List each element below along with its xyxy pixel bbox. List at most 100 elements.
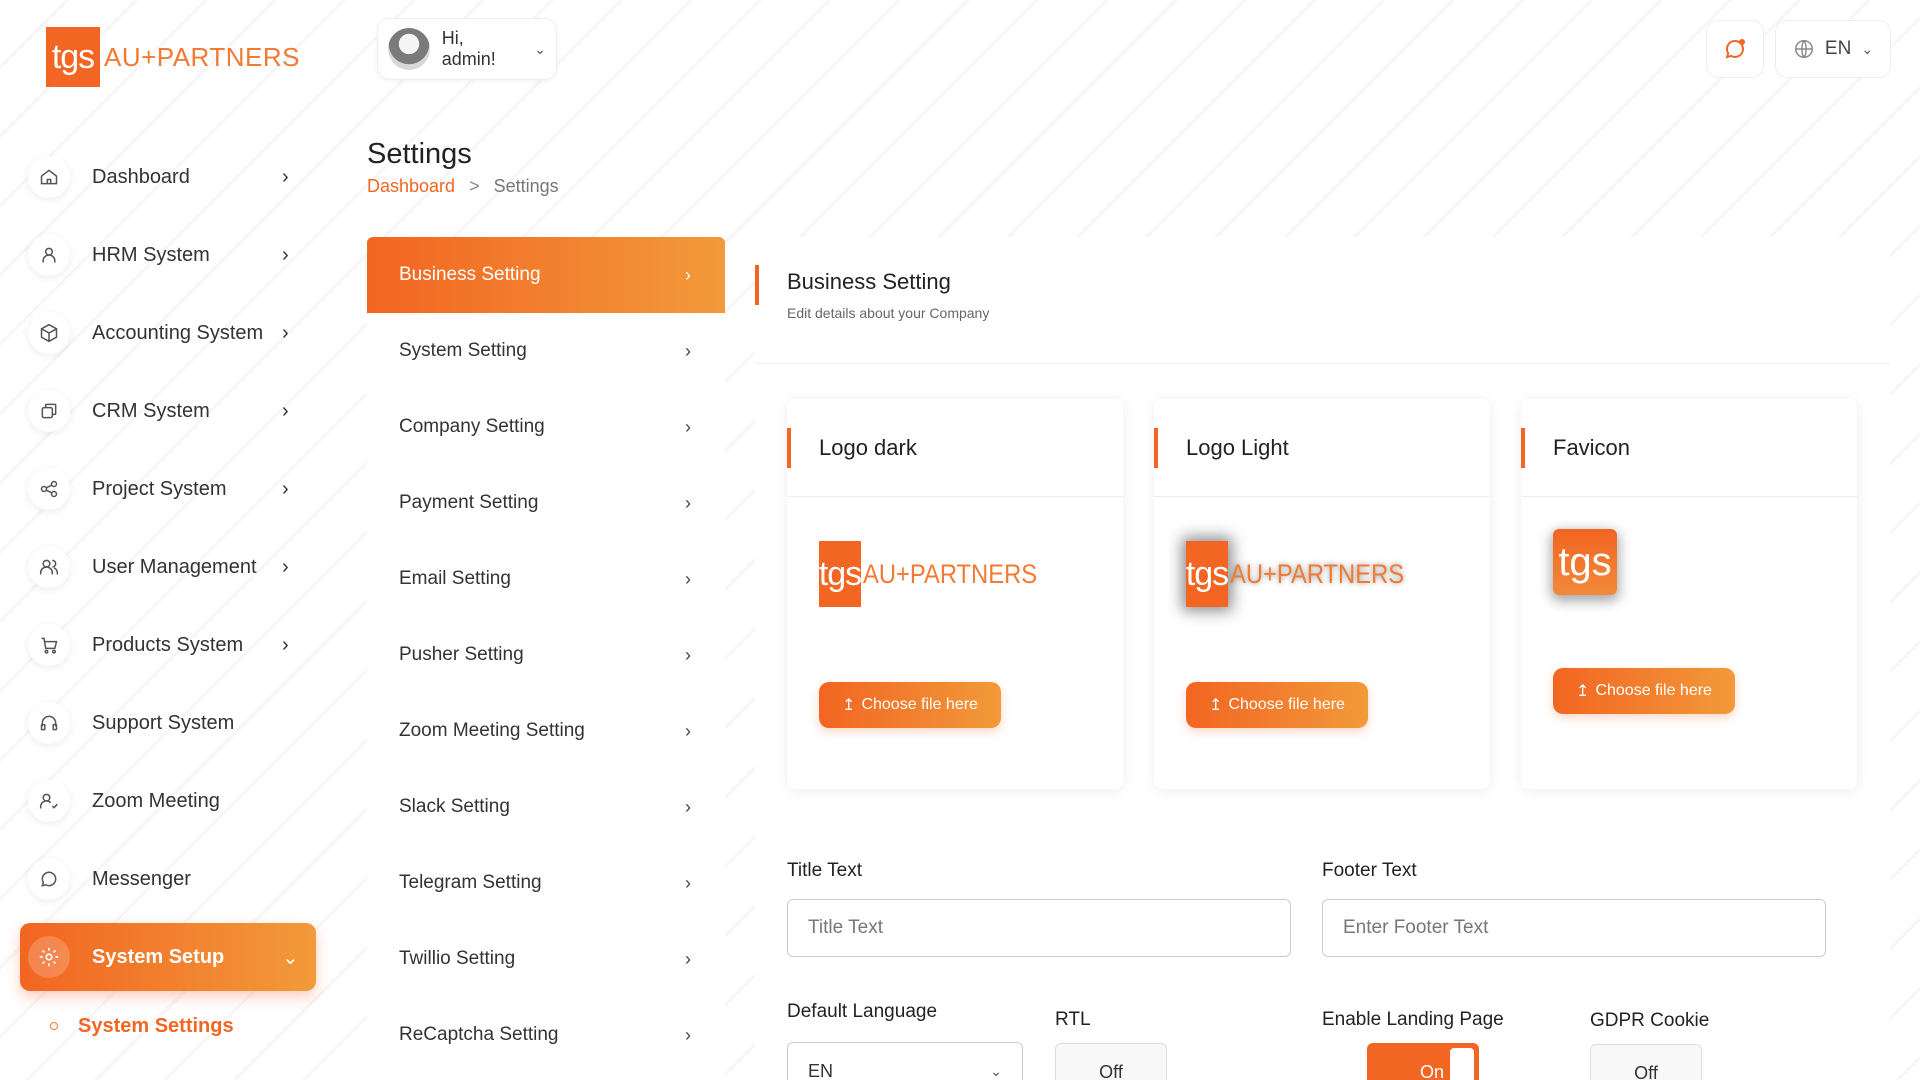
card-title: Business Setting — [787, 269, 951, 294]
chevron-right-icon: › — [282, 399, 289, 422]
choose-file-button[interactable]: ↥ Choose file here — [1553, 668, 1735, 714]
chevron-right-icon: › — [282, 555, 289, 578]
favicon-card: Favicon tgs ↥ Choose file here — [1521, 399, 1857, 789]
choose-file-button[interactable]: ↥ Choose file here — [1186, 682, 1368, 728]
business-setting-card: Business Setting Edit details about your… — [755, 237, 1890, 1080]
logo-card-title: Favicon — [1553, 434, 1631, 460]
toggle-knob — [1450, 1048, 1474, 1080]
upload-icon: ↥ — [842, 697, 856, 714]
user-menu[interactable]: Hi, admin! ⌄ — [377, 18, 557, 80]
gdpr-cookie-label: GDPR Cookie — [1590, 1010, 1710, 1031]
settings-menu-item-zoom-meeting[interactable]: Zoom Meeting Setting › — [367, 693, 725, 769]
sidebar-subitem-label: System Settings — [78, 1014, 234, 1037]
rtl-label: RTL — [1055, 1009, 1091, 1030]
chevron-right-icon: › — [282, 633, 289, 656]
enable-landing-page-label: Enable Landing Page — [1322, 1009, 1504, 1030]
gdpr-cookie-toggle[interactable]: Off — [1590, 1044, 1702, 1080]
sidebar-item-hrm-system[interactable]: HRM System › — [20, 216, 316, 294]
chevron-down-icon: ⌄ — [1861, 40, 1874, 57]
settings-menu-item-company[interactable]: Company Setting › — [367, 389, 725, 465]
sidebar-item-messenger[interactable]: Messenger — [20, 840, 316, 918]
sidebar-item-label: Support System — [92, 711, 235, 734]
choose-file-button[interactable]: ↥ Choose file here — [819, 682, 1001, 728]
settings-menu-label: Business Setting — [399, 264, 541, 285]
sidebar-item-project-system[interactable]: Project System › — [20, 450, 316, 528]
sidebar-item-products-system[interactable]: Products System › — [20, 606, 316, 684]
settings-menu-item-slack[interactable]: Slack Setting › — [367, 769, 725, 845]
settings-menu-item-telegram[interactable]: Telegram Setting › — [367, 845, 725, 921]
sidebar-item-support-system[interactable]: Support System — [20, 684, 316, 762]
gear-icon — [28, 936, 70, 978]
page-title: Settings — [367, 138, 472, 170]
language-selector[interactable]: EN ⌄ — [1775, 20, 1891, 78]
chevron-right-icon: › — [282, 321, 289, 344]
rtl-toggle[interactable]: Off — [1055, 1043, 1167, 1080]
settings-menu-label: Pusher Setting — [399, 644, 524, 665]
favicon-preview: tgs — [1553, 529, 1617, 595]
headphones-icon — [28, 702, 70, 744]
chevron-right-icon: › — [685, 568, 691, 589]
chevron-right-icon: › — [685, 264, 691, 285]
logo-dark-preview: tgs AU+PARTNERS — [819, 541, 1061, 607]
logo-word: AU+PARTNERS — [863, 558, 1038, 589]
settings-menu-label: Telegram Setting — [399, 872, 542, 893]
chevron-right-icon: › — [685, 1024, 691, 1045]
settings-menu-item-system[interactable]: System Setting › — [367, 313, 725, 389]
notification-button[interactable] — [1706, 20, 1764, 78]
chevron-down-icon: ⌄ — [534, 40, 546, 57]
settings-menu-item-business[interactable]: Business Setting › — [367, 237, 725, 313]
user-greeting: Hi, admin! — [441, 28, 496, 69]
bullet-icon — [50, 1022, 58, 1030]
sidebar-item-zoom-meeting[interactable]: Zoom Meeting — [20, 762, 316, 840]
globe-icon — [1794, 40, 1813, 58]
layers-icon — [28, 390, 70, 432]
brand-logo[interactable]: tgs AU+PARTNERS — [46, 27, 300, 87]
chevron-right-icon: › — [685, 872, 691, 893]
chevron-right-icon: › — [282, 243, 289, 266]
settings-menu-item-twillio[interactable]: Twillio Setting › — [367, 921, 725, 997]
logo-mark: tgs — [1186, 541, 1229, 607]
choose-file-label: Choose file here — [861, 696, 978, 713]
sidebar-item-crm-system[interactable]: CRM System › — [20, 372, 316, 450]
choose-file-label: Choose file here — [1228, 696, 1345, 713]
footer-text-label: Footer Text — [1322, 860, 1417, 881]
chevron-right-icon: › — [685, 340, 691, 361]
sidebar-item-dashboard[interactable]: Dashboard › — [20, 138, 316, 216]
sidebar-item-system-setup[interactable]: System Setup ⌄ — [20, 923, 316, 991]
logo-card-title: Logo Light — [1186, 434, 1289, 460]
sidebar-item-user-management[interactable]: User Management › — [20, 528, 316, 606]
user-check-icon — [28, 780, 70, 822]
logo-card-title: Logo dark — [819, 434, 917, 460]
logo-light-card: Logo Light tgs AU+PARTNERS ↥ Choose file… — [1154, 399, 1490, 789]
settings-menu-label: Zoom Meeting Setting — [399, 720, 585, 741]
settings-menu-item-email[interactable]: Email Setting › — [367, 541, 725, 617]
sidebar-item-label: Messenger — [92, 867, 191, 890]
logo-dark-card: Logo dark tgs AU+PARTNERS ↥ Choose file … — [787, 399, 1123, 789]
default-language-select[interactable]: EN ⌄ — [787, 1042, 1023, 1080]
brand-logo-word: AU+PARTNERS — [104, 41, 300, 72]
chevron-right-icon: › — [282, 165, 289, 188]
settings-menu-item-recaptcha[interactable]: ReCaptcha Setting › — [367, 997, 725, 1073]
settings-menu-label: Slack Setting — [399, 796, 510, 817]
accent-bar — [787, 428, 791, 468]
title-text-input[interactable] — [787, 899, 1291, 957]
settings-menu-item-pusher[interactable]: Pusher Setting › — [367, 617, 725, 693]
landing-page-toggle[interactable]: On — [1367, 1043, 1479, 1080]
logo-card-header: Favicon — [1521, 399, 1857, 497]
chevron-down-icon: ⌄ — [282, 946, 299, 969]
card-subtitle: Edit details about your Company — [787, 305, 990, 321]
settings-menu-label: Company Setting — [399, 416, 545, 437]
sidebar-item-accounting-system[interactable]: Accounting System › — [20, 294, 316, 372]
accent-bar — [1521, 428, 1525, 468]
breadcrumb-home-link[interactable]: Dashboard — [367, 176, 455, 197]
chevron-right-icon: › — [685, 492, 691, 513]
logo-card-header: Logo dark — [787, 399, 1123, 497]
sidebar-subitem-system-settings[interactable]: System Settings — [20, 996, 316, 1056]
avatar — [388, 28, 430, 70]
chevron-right-icon: › — [685, 796, 691, 817]
settings-menu-item-payment[interactable]: Payment Setting › — [367, 465, 725, 541]
home-icon — [28, 156, 70, 198]
footer-text-input[interactable] — [1322, 899, 1826, 957]
chevron-right-icon: › — [685, 644, 691, 665]
breadcrumb-separator: > — [469, 176, 480, 196]
